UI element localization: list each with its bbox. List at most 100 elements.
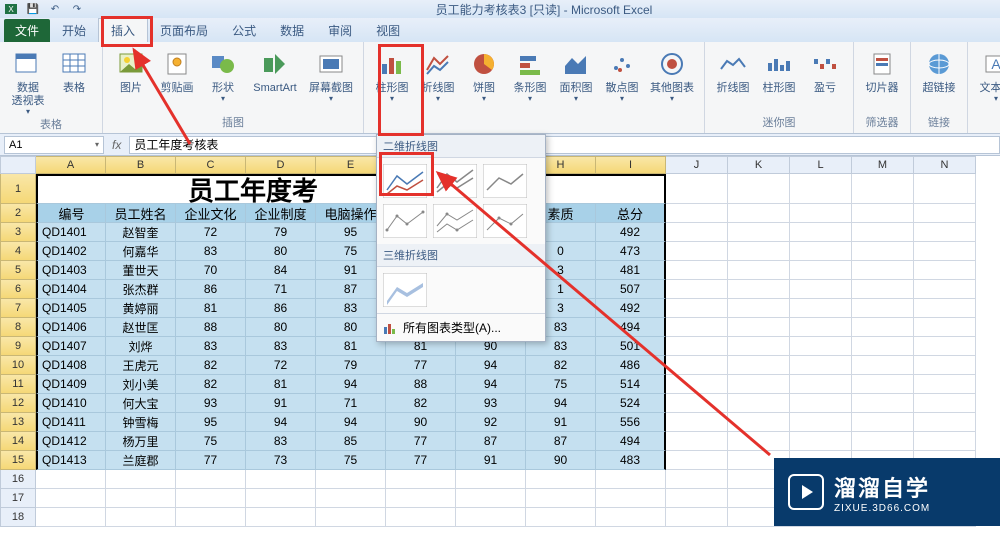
cell[interactable] — [914, 204, 976, 223]
cell[interactable] — [246, 508, 316, 527]
cell[interactable] — [790, 356, 852, 375]
row-header[interactable]: 18 — [0, 508, 36, 527]
cell[interactable]: 董世天 — [106, 261, 176, 280]
cell[interactable] — [914, 261, 976, 280]
cell[interactable] — [246, 470, 316, 489]
cell[interactable] — [914, 223, 976, 242]
row-header[interactable]: 9 — [0, 337, 36, 356]
row-header[interactable]: 3 — [0, 223, 36, 242]
shapes-button[interactable]: 形状▾ — [201, 46, 245, 103]
cell[interactable] — [914, 337, 976, 356]
col-header-B[interactable]: B — [106, 156, 176, 174]
cell[interactable]: 兰庭郡 — [106, 451, 176, 470]
row-header[interactable]: 10 — [0, 356, 36, 375]
cell[interactable]: 93 — [176, 394, 246, 413]
cell[interactable] — [526, 508, 596, 527]
cell[interactable] — [790, 375, 852, 394]
cell[interactable]: QD1408 — [36, 356, 106, 375]
formula-input[interactable]: 员工年度考核表 — [129, 136, 1000, 154]
cell[interactable] — [852, 299, 914, 318]
cell[interactable] — [456, 489, 526, 508]
tab-data[interactable]: 数据 — [268, 19, 316, 42]
cell[interactable]: 赵世匡 — [106, 318, 176, 337]
row-header[interactable]: 12 — [0, 394, 36, 413]
cell[interactable]: 86 — [176, 280, 246, 299]
spark-col-button[interactable]: 柱形图 — [757, 46, 801, 95]
select-all-corner[interactable] — [0, 156, 36, 174]
cell[interactable]: 80 — [246, 242, 316, 261]
cell[interactable]: 88 — [176, 318, 246, 337]
cell[interactable]: 73 — [246, 451, 316, 470]
cell[interactable]: QD1406 — [36, 318, 106, 337]
cell[interactable] — [852, 204, 914, 223]
column-chart-button[interactable]: 柱形图▾ — [370, 46, 414, 103]
cell[interactable] — [914, 242, 976, 261]
name-box[interactable]: A1▾ — [4, 136, 104, 154]
cell[interactable]: 94 — [316, 413, 386, 432]
cell[interactable] — [790, 242, 852, 261]
cell[interactable]: 94 — [316, 375, 386, 394]
cell[interactable]: 83 — [176, 242, 246, 261]
cell[interactable]: 75 — [176, 432, 246, 451]
cell[interactable] — [456, 470, 526, 489]
cell[interactable]: 赵智奎 — [106, 223, 176, 242]
save-icon[interactable]: 💾 — [22, 1, 44, 17]
cell[interactable]: QD1410 — [36, 394, 106, 413]
textbox-button[interactable]: A文本框▾ — [974, 46, 1000, 103]
spark-winloss-button[interactable]: 盈亏 — [803, 46, 847, 95]
cell[interactable] — [386, 470, 456, 489]
cell[interactable] — [852, 318, 914, 337]
cell[interactable]: 刘烨 — [106, 337, 176, 356]
cell[interactable] — [106, 489, 176, 508]
area-chart-button[interactable]: 面积图▾ — [554, 46, 598, 103]
cell[interactable] — [852, 242, 914, 261]
cell[interactable] — [790, 394, 852, 413]
cell[interactable] — [790, 223, 852, 242]
cell[interactable]: 82 — [176, 375, 246, 394]
row-header[interactable]: 6 — [0, 280, 36, 299]
cell[interactable] — [914, 432, 976, 451]
tab-file[interactable]: 文件 — [4, 19, 50, 42]
cell[interactable]: 77 — [176, 451, 246, 470]
screenshot-button[interactable]: 屏幕截图▾ — [305, 46, 357, 103]
other-chart-button[interactable]: 其他图表▾ — [646, 46, 698, 103]
cell[interactable] — [790, 204, 852, 223]
cell[interactable]: QD1402 — [36, 242, 106, 261]
cell[interactable]: 张杰群 — [106, 280, 176, 299]
table-button[interactable]: 表格 — [52, 46, 96, 116]
cell[interactable] — [790, 337, 852, 356]
cell[interactable] — [852, 375, 914, 394]
row-header[interactable]: 13 — [0, 413, 36, 432]
hyperlink-button[interactable]: 超链接 — [917, 46, 961, 95]
cell[interactable]: 70 — [176, 261, 246, 280]
bar-chart-button[interactable]: 条形图▾ — [508, 46, 552, 103]
cell[interactable]: 95 — [176, 413, 246, 432]
cell[interactable] — [852, 413, 914, 432]
cell[interactable] — [914, 375, 976, 394]
cell[interactable] — [852, 174, 914, 204]
cell[interactable]: 黄婷丽 — [106, 299, 176, 318]
cell[interactable] — [456, 508, 526, 527]
cell[interactable]: QD1407 — [36, 337, 106, 356]
cell[interactable]: 83 — [246, 337, 316, 356]
cell[interactable] — [914, 174, 976, 204]
cell[interactable]: 81 — [176, 299, 246, 318]
cell[interactable] — [790, 413, 852, 432]
cell[interactable]: 85 — [316, 432, 386, 451]
cell[interactable] — [36, 489, 106, 508]
cell[interactable] — [596, 508, 666, 527]
row-header[interactable]: 1 — [0, 174, 36, 204]
cell[interactable] — [526, 470, 596, 489]
cell[interactable]: 杨万里 — [106, 432, 176, 451]
cell[interactable]: QD1409 — [36, 375, 106, 394]
cell[interactable]: 王虎元 — [106, 356, 176, 375]
cell[interactable] — [914, 280, 976, 299]
cell[interactable] — [666, 489, 728, 508]
cell[interactable] — [914, 299, 976, 318]
cell[interactable] — [596, 489, 666, 508]
cell[interactable] — [790, 318, 852, 337]
cell[interactable] — [852, 432, 914, 451]
row-header[interactable]: 16 — [0, 470, 36, 489]
cell[interactable] — [914, 318, 976, 337]
line-chart-type-4[interactable] — [381, 202, 429, 240]
